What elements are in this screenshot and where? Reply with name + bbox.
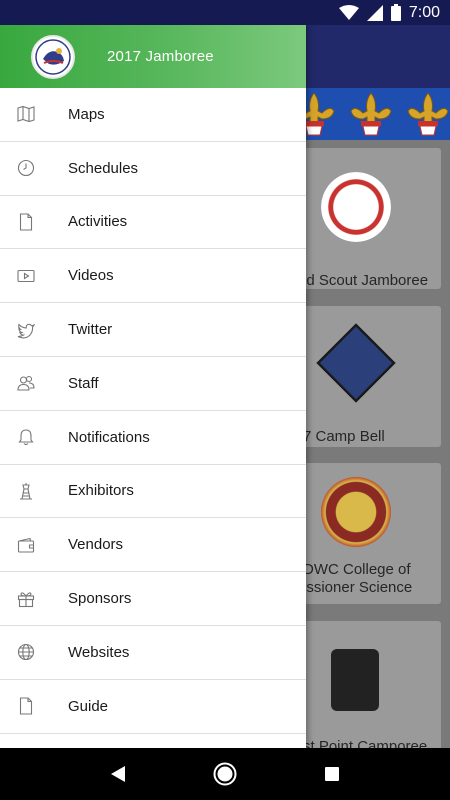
- back-triangle-icon: [111, 766, 126, 782]
- menu-item-videos[interactable]: Videos: [0, 249, 306, 304]
- people-icon: [0, 374, 68, 392]
- clock-icon: [0, 159, 68, 177]
- menu-label: Maps: [68, 105, 105, 123]
- menu-item-guide[interactable]: Guide: [0, 680, 306, 734]
- recents-button[interactable]: [312, 754, 352, 794]
- signal-icon: [366, 4, 383, 21]
- menu-item-notifications[interactable]: Notifications: [0, 411, 306, 465]
- menu-label: Notifications: [68, 428, 150, 446]
- home-circle-icon: [213, 762, 237, 786]
- document-icon: [0, 697, 68, 715]
- event-logo: [321, 477, 391, 547]
- fleur-de-lis-icon: [399, 88, 450, 140]
- recents-square-icon: [324, 767, 339, 781]
- status-bar: 7:00: [0, 0, 450, 25]
- document-icon: [0, 213, 68, 231]
- event-title: st Point Camporee: [303, 738, 428, 748]
- event-logo: [316, 323, 396, 403]
- menu-item-vendors[interactable]: Vendors: [0, 518, 306, 573]
- video-icon: [0, 267, 68, 285]
- event-title-line2: issioner Science: [303, 579, 413, 596]
- menu-item-twitter[interactable]: Twitter: [0, 303, 306, 357]
- drawer-title: 2017 Jamboree: [107, 48, 214, 65]
- navigation-drawer: 2017 Jamboree Maps Schedules Activities …: [0, 25, 306, 748]
- system-nav-bar: [0, 748, 450, 800]
- menu-label: Schedules: [68, 159, 139, 177]
- menu-label: Twitter: [68, 321, 113, 339]
- menu-item-maps[interactable]: Maps: [0, 88, 306, 142]
- menu-label: Videos: [68, 267, 114, 285]
- back-button[interactable]: [98, 754, 138, 794]
- bell-icon: [0, 428, 68, 446]
- event-title: 7 Camp Bell: [303, 428, 385, 445]
- drawer-menu: Maps Schedules Activities Videos Twitter: [0, 88, 306, 734]
- wallet-icon: [0, 536, 68, 554]
- menu-label: Staff: [68, 374, 99, 392]
- menu-label: Websites: [68, 643, 130, 661]
- twitter-icon: [0, 321, 68, 339]
- event-title: DWC College of: [303, 561, 411, 578]
- event-logo: [321, 172, 391, 242]
- map-icon: [0, 105, 68, 123]
- menu-item-exhibitors[interactable]: Exhibitors: [0, 465, 306, 519]
- jamboree-logo: [31, 34, 75, 79]
- event-title: ld Scout Jamboree: [303, 272, 429, 289]
- menu-item-websites[interactable]: Websites: [0, 626, 306, 680]
- menu-label: Activities: [68, 213, 128, 231]
- menu-item-activities[interactable]: Activities: [0, 196, 306, 250]
- gift-icon: [0, 590, 68, 608]
- menu-label: Guide: [68, 697, 109, 715]
- wifi-icon: [338, 4, 359, 21]
- menu-item-staff[interactable]: Staff: [0, 357, 306, 411]
- menu-item-schedules[interactable]: Schedules: [0, 142, 306, 196]
- event-logo: [331, 649, 379, 711]
- drawer-header: 2017 Jamboree: [0, 25, 306, 88]
- battery-icon: [390, 4, 401, 21]
- menu-label: Exhibitors: [68, 482, 134, 500]
- globe-icon: [0, 643, 68, 661]
- status-time: 7:00: [408, 3, 440, 21]
- menu-item-sponsors[interactable]: Sponsors: [0, 572, 306, 626]
- menu-label: Vendors: [68, 536, 124, 554]
- tower-icon: [0, 482, 68, 500]
- home-button[interactable]: [205, 754, 245, 794]
- menu-label: Sponsors: [68, 590, 132, 608]
- fleur-de-lis-icon: [342, 88, 399, 140]
